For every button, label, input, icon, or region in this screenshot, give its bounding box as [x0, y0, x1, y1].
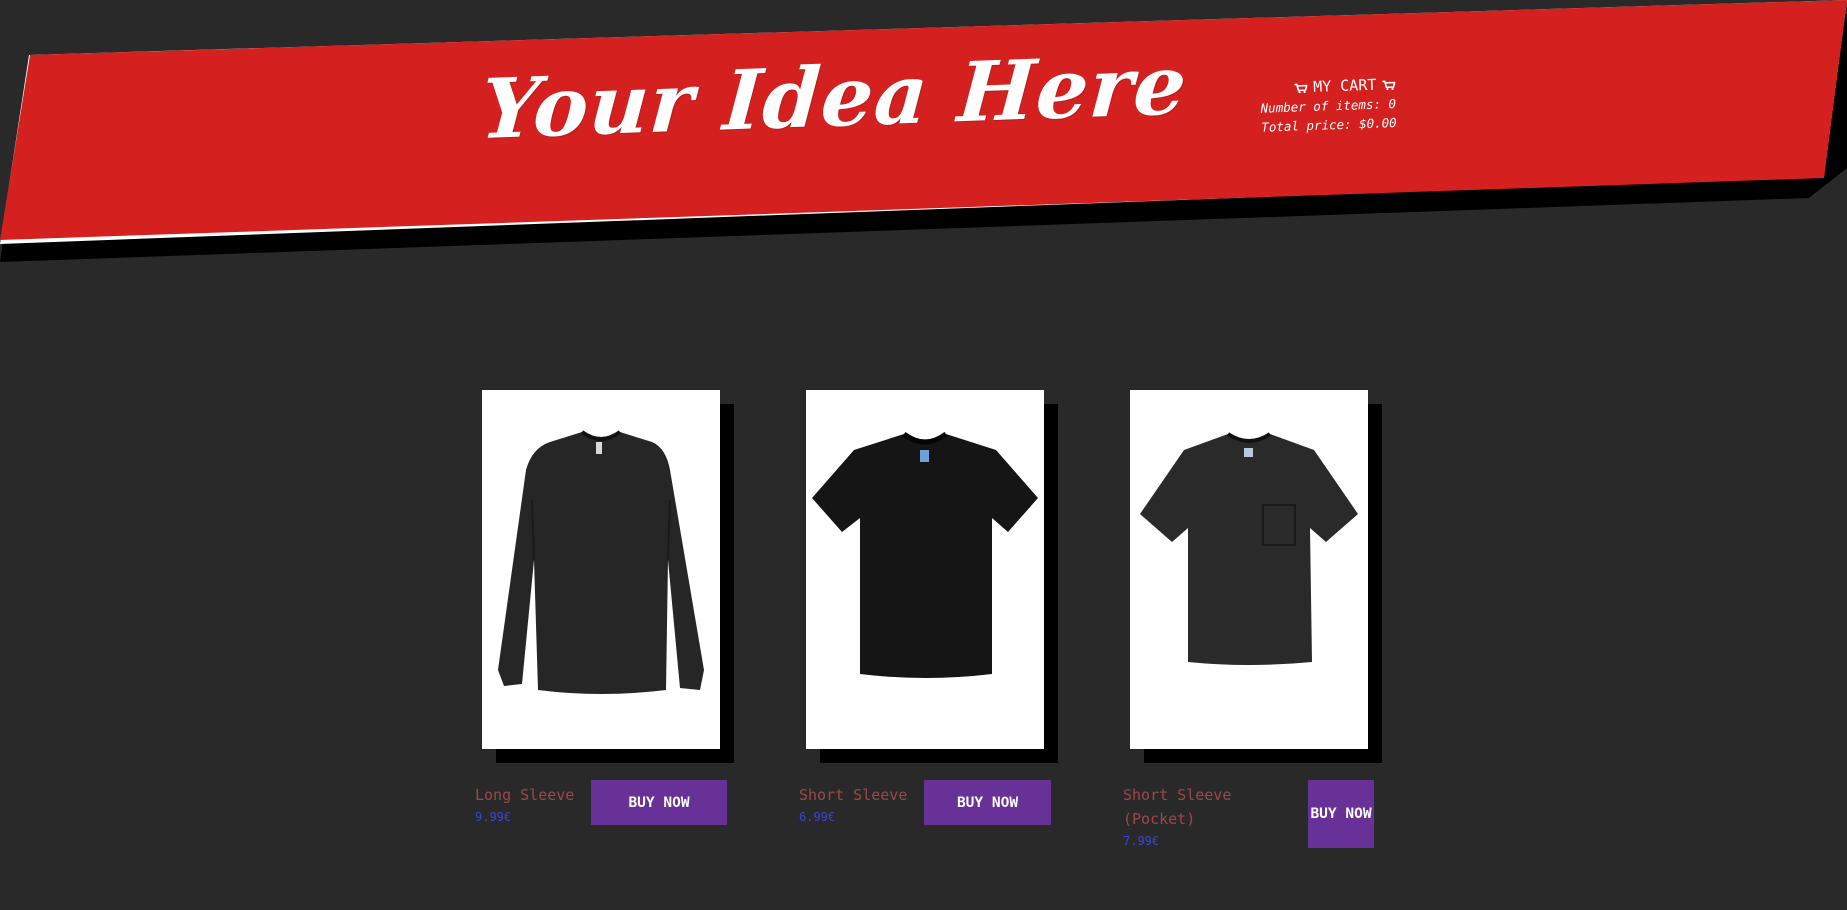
- product-image-short-sleeve-pocket[interactable]: [1130, 390, 1368, 749]
- product-price: 6.99€: [799, 810, 836, 824]
- buy-now-button[interactable]: BUY NOW: [1308, 780, 1374, 848]
- product-image-long-sleeve[interactable]: [482, 390, 720, 749]
- buy-now-button[interactable]: BUY NOW: [924, 780, 1051, 825]
- product-name: Long Sleeve: [475, 786, 575, 804]
- product-name: Short Sleeve (Pocket): [1123, 786, 1232, 828]
- buy-now-button[interactable]: BUY NOW: [591, 780, 727, 825]
- product-price: 7.99€: [1123, 834, 1160, 848]
- product-grid: Long Sleeve 9.99€ BUY NOW Short Sleeve 6…: [0, 0, 1847, 910]
- product-price: 9.99€: [475, 810, 512, 824]
- product-image-short-sleeve[interactable]: [806, 390, 1044, 749]
- product-name: Short Sleeve: [799, 786, 908, 804]
